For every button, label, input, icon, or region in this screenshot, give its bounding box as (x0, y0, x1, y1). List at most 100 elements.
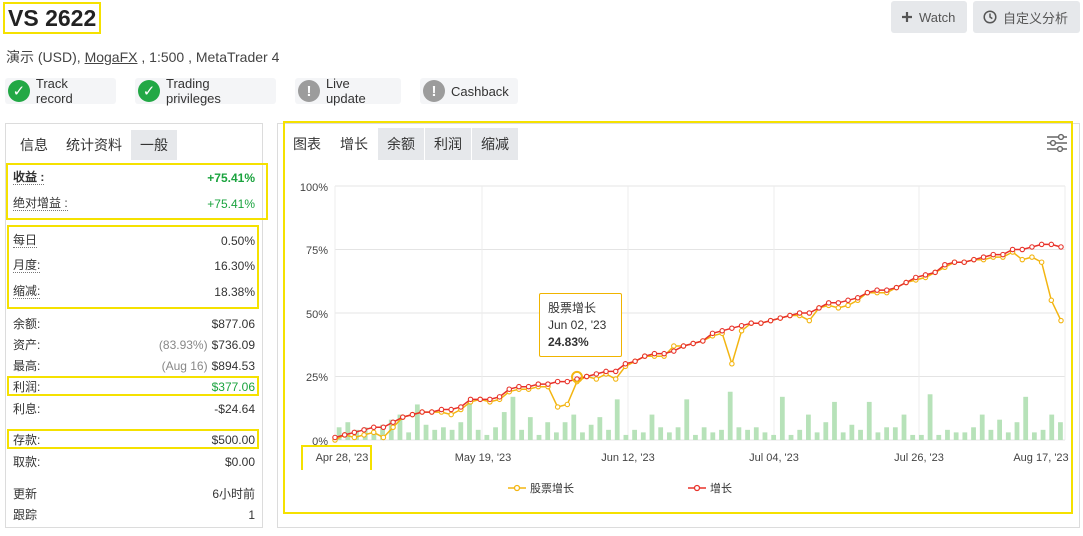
series-point (574, 376, 580, 382)
chart-bar (519, 429, 525, 440)
tab-statistics[interactable]: 统计资料 (57, 130, 131, 160)
broker-link[interactable]: MogaFX (85, 49, 138, 65)
tab-balance[interactable]: 余额 (378, 128, 424, 160)
series-point (390, 424, 396, 431)
series-point (767, 317, 774, 324)
chart-bar (788, 434, 794, 440)
chart-bar (779, 396, 785, 440)
series-point (719, 328, 725, 334)
settings-sliders-icon[interactable] (1046, 132, 1068, 154)
chart-bar (510, 396, 516, 440)
series-point (893, 284, 900, 291)
series-point (1058, 244, 1064, 250)
series-point (816, 305, 822, 311)
chart-bar (449, 429, 455, 440)
chart-bar (866, 401, 872, 440)
series-point (806, 310, 813, 316)
chart-bar (745, 429, 750, 440)
legend-growth[interactable]: 增长 (688, 480, 732, 496)
check-icon: ✓ (138, 80, 160, 102)
x-tick-label: Jul 04, '23 (749, 452, 799, 464)
series-point (1048, 297, 1055, 304)
chart-bar (727, 391, 733, 440)
stat-value: $736.09 (211, 337, 255, 352)
series-point (370, 424, 377, 431)
chart-bar (501, 412, 507, 440)
stat-label: 绝对增益 : (13, 195, 68, 211)
stat-label: 存款: (13, 433, 41, 447)
stat-label: 更新 (13, 487, 38, 501)
series-point (390, 419, 396, 425)
chart-bar (554, 432, 559, 440)
chart-tabs: 图表 增长 余额 利润 缩减 (284, 128, 519, 160)
series-point (884, 287, 890, 293)
tab-growth[interactable]: 增长 (331, 128, 377, 160)
chart-bar (945, 429, 950, 440)
chart-bar (666, 432, 672, 440)
stat-label: 利息: (13, 402, 41, 416)
chart-bar (884, 427, 890, 440)
chart-bar (588, 424, 594, 440)
chart-lines (332, 241, 1064, 443)
legend-equity-growth[interactable]: 股票增长 (508, 480, 574, 496)
series-point (951, 259, 958, 265)
series-point (506, 386, 512, 392)
tab-general[interactable]: 一般 (131, 130, 177, 160)
chart-bar (484, 434, 490, 440)
chart-bar (875, 432, 881, 440)
series-point (1019, 256, 1026, 263)
stat-monthly: 月度: 16.30% (13, 255, 255, 276)
chart-bar (675, 427, 681, 440)
stat-value: $894.53 (211, 358, 255, 373)
series-point (632, 358, 638, 365)
badge-label: Trading privileges (165, 76, 221, 106)
tab-chart[interactable]: 图表 (284, 128, 330, 160)
chart-bar (719, 429, 724, 440)
tab-info[interactable]: 信息 (11, 130, 57, 160)
chart-bar (814, 432, 820, 440)
series-point (554, 404, 561, 410)
chart-bar (432, 429, 438, 440)
stat-value: 0.50% (220, 233, 255, 248)
series-point (651, 350, 658, 357)
stat-drawdown: 缩减: 18.38% (13, 281, 255, 302)
chart-bar (901, 414, 907, 440)
chart-bar (467, 401, 472, 440)
series-point (854, 295, 861, 301)
series-point (487, 396, 493, 403)
stat-value: $0.00 (224, 454, 255, 469)
custom-analysis-button[interactable]: 自定义分析 (973, 1, 1080, 33)
chart-bar (475, 429, 481, 440)
badge-track-record[interactable]: ✓ Track record (5, 76, 116, 106)
series-point (874, 287, 880, 293)
series-point (777, 315, 784, 321)
stat-value: 6小时前 (212, 487, 255, 501)
chart-bar (927, 394, 933, 440)
watch-button[interactable]: Watch (891, 1, 967, 33)
series-point (603, 368, 609, 375)
chart-bar (527, 417, 533, 440)
badge-live-update[interactable]: ! Live update (295, 76, 401, 106)
clock-icon (983, 10, 997, 24)
series-point (545, 381, 551, 387)
badge-trading-privileges[interactable]: ✓ Trading privileges (135, 76, 276, 106)
chart-bar (345, 422, 351, 440)
stat-value: $877.06 (211, 316, 255, 331)
stat-value: $500.00 (211, 432, 255, 447)
series-point (438, 406, 445, 413)
stat-deposits: 存款: $500.00 (13, 429, 255, 450)
stat-value: +75.41% (207, 170, 255, 185)
tab-profit[interactable]: 利润 (425, 128, 471, 160)
chart-bar (597, 417, 603, 440)
chart-bar (1023, 396, 1029, 440)
tab-drawdown[interactable]: 缩减 (472, 128, 518, 160)
chart-bar (771, 434, 777, 440)
chart-bar (606, 429, 611, 440)
y-tick-label: 50% (306, 309, 328, 321)
badge-cashback[interactable]: ! Cashback (420, 78, 518, 104)
stat-value: -$24.64 (214, 401, 255, 416)
tooltip-value: 24.83% (548, 335, 589, 349)
series-point (361, 427, 367, 433)
x-tick-label: Apr 28, '23 (316, 452, 369, 464)
series-point (738, 328, 745, 334)
